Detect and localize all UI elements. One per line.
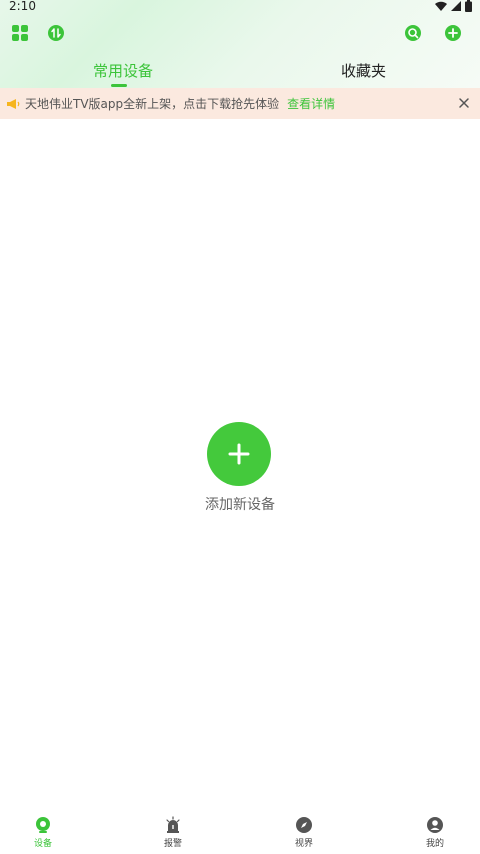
nav-label-devices: 设备 (33, 839, 52, 849)
nav-item-discover[interactable]: 视界 (274, 816, 334, 849)
tab-indicator (111, 84, 127, 87)
header: 2:10 常用设备 收藏夹 (0, 0, 480, 88)
notice-banner[interactable]: 天地伟业TV版app全新上架，点击下载抢先体验 查看详情 (0, 88, 480, 119)
nav-label-discover: 视界 (294, 839, 313, 849)
tab-bar: 常用设备 收藏夹 (0, 56, 480, 88)
nav-item-alarm[interactable]: 报警 (143, 816, 203, 849)
add-icon[interactable] (442, 22, 464, 44)
add-device-label: 添加新设备 (205, 497, 275, 513)
compass-icon (296, 817, 312, 833)
grid-menu-icon[interactable] (9, 22, 31, 44)
bottom-nav: 设备 报警 视界 我的 (0, 812, 480, 854)
nav-label-alarm: 报警 (163, 839, 182, 849)
sort-icon[interactable] (45, 22, 67, 44)
user-icon (427, 817, 443, 833)
notice-details-link[interactable]: 查看详情 (287, 95, 335, 112)
nav-label-mine: 我的 (425, 839, 444, 849)
search-icon[interactable] (402, 22, 424, 44)
status-icons (435, 0, 472, 12)
tab-favorites[interactable]: 收藏夹 (341, 60, 386, 81)
alarm-icon (166, 816, 180, 833)
megaphone-icon (7, 98, 20, 109)
battery-icon (465, 0, 472, 12)
status-time: 2:10 (9, 0, 36, 13)
tab-common-devices[interactable]: 常用设备 (93, 60, 153, 81)
nav-item-devices[interactable]: 设备 (13, 816, 73, 849)
nav-item-mine[interactable]: 我的 (405, 816, 465, 849)
status-bar: 2:10 (0, 0, 480, 14)
close-icon[interactable] (457, 96, 471, 110)
plus-icon (228, 443, 250, 465)
wifi-icon (435, 1, 447, 11)
camera-icon (36, 817, 50, 833)
notice-text: 天地伟业TV版app全新上架，点击下载抢先体验 (25, 97, 280, 111)
signal-icon (451, 1, 461, 11)
add-device-button[interactable] (207, 422, 271, 486)
